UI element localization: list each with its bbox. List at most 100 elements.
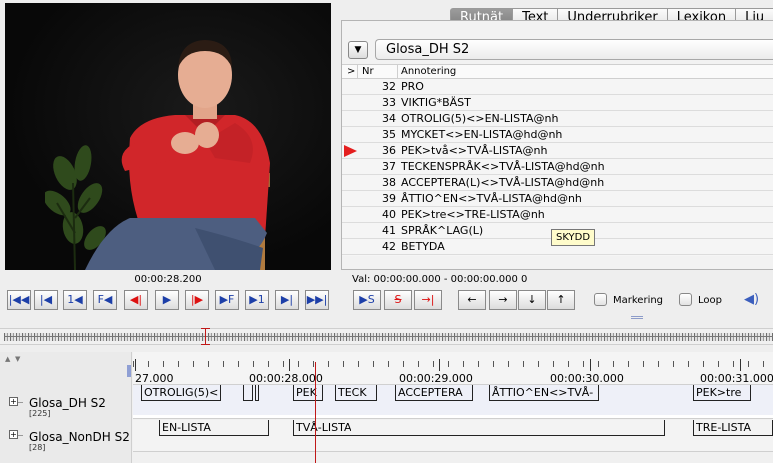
header-nr[interactable]: Nr — [362, 66, 374, 77]
row-annotation[interactable]: ACCEPTERA(L)<>TVÅ-LISTA@hd@nh — [401, 175, 604, 190]
timeline-scroll-thumb[interactable] — [127, 365, 131, 377]
tier1-expand-toggle[interactable]: + — [9, 397, 18, 406]
row-number: 32 — [382, 80, 396, 93]
previous-frame-button[interactable]: F◀ — [93, 290, 117, 310]
next-second-button[interactable]: ▶1 — [245, 290, 269, 310]
table-row[interactable]: 33 VIKTIG*BÄST — [342, 95, 773, 111]
row-number: 34 — [382, 112, 396, 125]
table-row[interactable]: 39 ÅTTIO^EN<>TVÅ-LISTA@hd@nh — [342, 191, 773, 207]
waveform-cursor — [205, 328, 206, 345]
tier-up-button[interactable]: ↑ — [547, 290, 575, 310]
row-annotation[interactable]: OTROLIG(5)<>EN-LISTA@nh — [401, 111, 558, 126]
row-number: 38 — [382, 176, 396, 189]
row-annotation[interactable]: VIKTIG*BÄST — [401, 95, 471, 110]
next-scrollview-button[interactable]: ▶| — [275, 290, 299, 310]
waveform-cursor-cap — [201, 328, 210, 329]
loop-checkbox[interactable] — [679, 293, 692, 306]
tier2-count: [28] — [29, 443, 46, 452]
triangle-down-icon[interactable]: ▼ — [15, 355, 20, 363]
selection-readout: Val: 00:00:00.000 - 00:00:00.000 0 — [352, 274, 528, 285]
media-time-label: 00:00:28.200 — [134, 274, 202, 285]
previous-scrollview-button[interactable]: |◀ — [34, 290, 58, 310]
row-number: 36 — [382, 144, 396, 157]
row-annotation[interactable]: MYCKET<>EN-LISTA@hd@nh — [401, 127, 562, 142]
header-marker[interactable]: > — [347, 66, 355, 77]
tier-dropdown[interactable]: Glosa_DH S2 — [375, 39, 773, 60]
row-number: 33 — [382, 96, 396, 109]
next-frame-button[interactable]: ▶F — [215, 290, 239, 310]
tier2-name[interactable]: Glosa_NonDH S2 — [29, 430, 130, 444]
play-button[interactable]: ▶ — [155, 290, 179, 310]
tier1-name[interactable]: Glosa_DH S2 — [29, 396, 106, 410]
signer-image — [85, 40, 270, 270]
tier-select-button[interactable]: ▼ — [348, 41, 368, 59]
speaker-icon[interactable]: ◀) — [744, 292, 759, 307]
row-annotation[interactable]: ÅTTIO^EN<>TVÅ-LISTA@hd@nh — [401, 191, 582, 206]
video-viewer[interactable] — [5, 3, 331, 270]
table-row[interactable]: 32 PRO — [342, 79, 773, 95]
next-annotation-button[interactable]: → — [489, 290, 517, 310]
elan-window: 00:00:28.200 Rutnät Text Underrubriker Lexi… — [0, 0, 773, 463]
table-row[interactable]: 37 TECKENSPRÅK<>TVÅ-LISTA@hd@nh — [342, 159, 773, 175]
ruler-tick-label: 00:00:29.000 — [399, 372, 473, 385]
table-row[interactable]: 35 MYCKET<>EN-LISTA@hd@nh — [342, 127, 773, 143]
table-row[interactable]: 36 PEK>två<>TVÅ-LISTA@nh — [342, 143, 773, 159]
tier1-annotation-label: ACCEPTERA — [398, 386, 463, 399]
row-number: 39 — [382, 192, 396, 205]
row-number: 42 — [382, 240, 396, 253]
row-annotation[interactable]: PEK>två<>TVÅ-LISTA@nh — [401, 143, 547, 158]
row-number: 41 — [382, 224, 396, 237]
toggle-selection-mode-button[interactable]: →| — [414, 290, 442, 310]
row-number: 35 — [382, 128, 396, 141]
tier2-annotation-label: EN-LISTA — [162, 421, 211, 434]
row-annotation[interactable]: BETYDA — [401, 239, 445, 254]
tier2-expand-toggle[interactable]: + — [9, 430, 18, 439]
row-annotation[interactable]: PEK>tre<>TRE-LISTA@nh — [401, 207, 545, 222]
previous-second-button[interactable]: 1◀ — [63, 290, 87, 310]
triangle-down-icon: ▼ — [354, 45, 362, 55]
tier1-annotation-segment[interactable] — [255, 385, 259, 401]
prev-annotation-button[interactable]: ← — [458, 290, 486, 310]
row-annotation[interactable]: PRO — [401, 79, 424, 94]
triangle-up-icon[interactable]: ▲ — [5, 355, 10, 363]
time-ruler[interactable]: 27.000 00:00:28.000 00:00:29.000 00:00:30.0… — [133, 352, 773, 385]
row-number: 40 — [382, 208, 396, 221]
header-annotation[interactable]: Annotering — [401, 66, 456, 77]
ruler-major-tick — [289, 359, 290, 371]
timeline-viewer[interactable]: ▲ ▼ + Glosa_DH S2 [225] + Glosa_NonDH S2… — [0, 352, 773, 463]
table-row[interactable]: 34 OTROLIG(5)<>EN-LISTA@nh — [342, 111, 773, 127]
waveform-cursor-cap — [201, 344, 210, 345]
table-row[interactable]: 38 ACCEPTERA(L)<>TVÅ-LISTA@hd@nh — [342, 175, 773, 191]
tier1-annotation-segment[interactable] — [243, 385, 253, 401]
clear-selection-button[interactable]: S — [384, 290, 412, 310]
ruler-tick-label: 00:00:31.000 — [700, 372, 773, 385]
next-pixel-button[interactable]: |▶ — [185, 290, 209, 310]
table-row[interactable]: 40 PEK>tre<>TRE-LISTA@nh — [342, 207, 773, 223]
ruler-tick-label: 27.000 — [135, 372, 174, 385]
go-to-end-button[interactable]: ▶▶| — [305, 290, 329, 310]
tier2-track[interactable]: EN-LISTA TVÅ-LISTA TRE-LISTA — [133, 420, 773, 452]
table-header: > Nr Annotering — [342, 64, 773, 79]
waveform-baseline — [4, 336, 773, 337]
markering-checkbox[interactable] — [594, 293, 607, 306]
tier2-annotation-label: TVÅ-LISTA — [296, 421, 352, 434]
row-annotation[interactable]: SPRÅK^LAG(L) — [401, 223, 483, 238]
waveform-viewer[interactable] — [0, 328, 773, 345]
ruler-tick-label: 00:00:28.000 — [249, 372, 323, 385]
tier1-annotation-label: PEK>tre — [696, 386, 742, 399]
go-to-start-button[interactable]: |◀◀ — [7, 290, 31, 310]
splitter-grip[interactable] — [631, 316, 643, 319]
tier1-annotation-label: PEK — [296, 386, 317, 399]
timeline-crosshair — [315, 362, 316, 463]
tier-down-button[interactable]: ↓ — [518, 290, 546, 310]
tier1-track[interactable]: OTROLIG(5)< PEK TECK ACCEPTERA ÅTTIO^EN<>TVÅ… — [133, 385, 773, 419]
ruler-major-tick — [590, 359, 591, 371]
row-annotation[interactable]: TECKENSPRÅK<>TVÅ-LISTA@hd@nh — [401, 159, 605, 174]
ruler-ticks — [133, 361, 773, 367]
ruler-major-tick — [740, 359, 741, 371]
tier1-annotation-label: OTROLIG(5)< — [144, 386, 219, 399]
waveform-signal — [4, 333, 773, 341]
play-selection-button[interactable]: ▶S — [353, 290, 381, 310]
previous-pixel-button[interactable]: ◀| — [124, 290, 148, 310]
tier-labels-column: ▲ ▼ + Glosa_DH S2 [225] + Glosa_NonDH S2… — [0, 352, 132, 463]
